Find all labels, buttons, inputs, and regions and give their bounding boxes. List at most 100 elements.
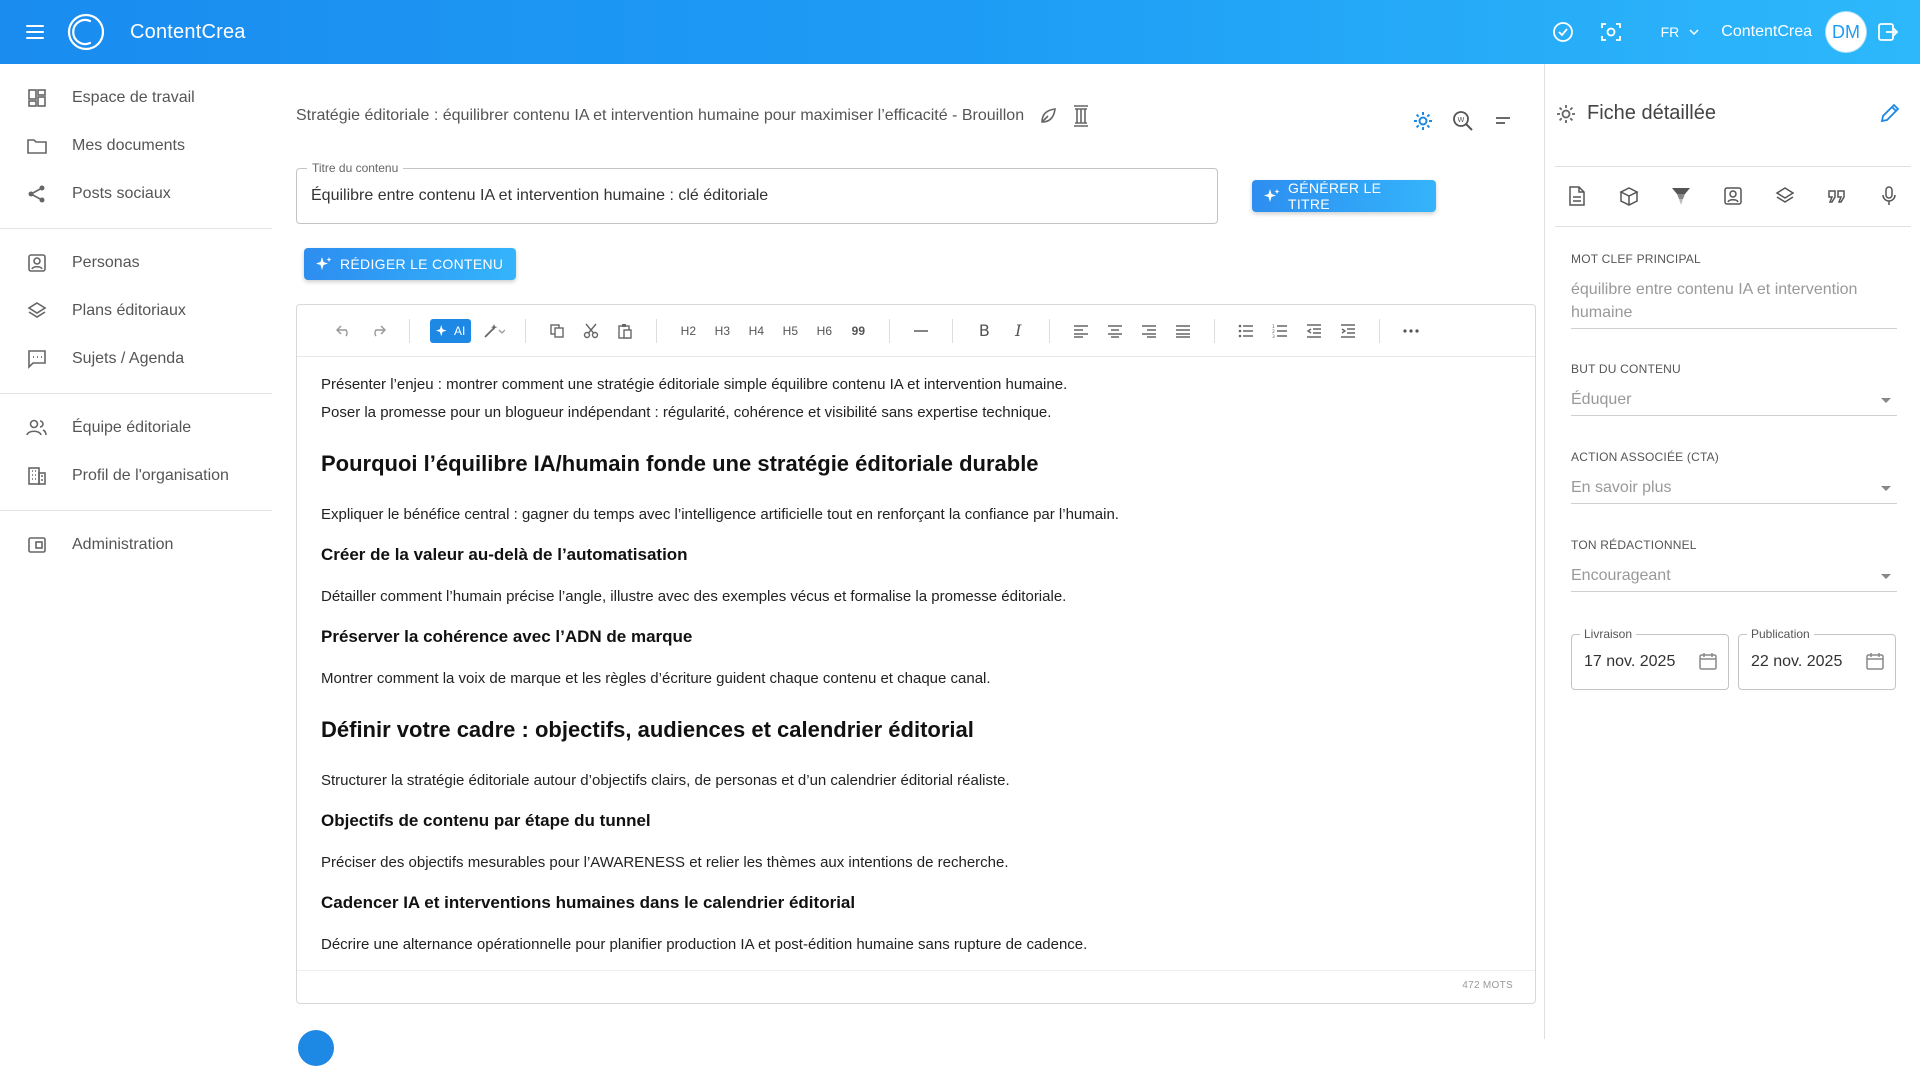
- editor-toolbar: AI H2 H3 H4 H5 H6 99 B I 12 3: [297, 305, 1535, 357]
- text-lines-icon[interactable]: [1490, 108, 1516, 134]
- tone-label: TON RÉDACTIONNEL: [1571, 538, 1697, 552]
- sidebar-item-administration[interactable]: Administration: [0, 521, 272, 569]
- content-goal-select[interactable]: BUT DU CONTENU Éduquer: [1571, 362, 1897, 416]
- sidebar-item-topics-agenda[interactable]: Sujets / Agenda: [0, 335, 272, 383]
- tone-select[interactable]: TON RÉDACTIONNEL Encourageant: [1571, 538, 1897, 592]
- publication-date-field[interactable]: Publication 22 nov. 2025: [1738, 627, 1896, 690]
- main-keyword-value[interactable]: équilibre entre contenu IA et interventi…: [1571, 278, 1897, 329]
- write-content-button[interactable]: RÉDIGER LE CONTENU: [304, 248, 516, 280]
- redo-icon[interactable]: [367, 318, 389, 344]
- heading-h4-button[interactable]: H4: [745, 318, 767, 344]
- cut-icon[interactable]: [580, 318, 602, 344]
- italic-icon[interactable]: I: [1007, 318, 1029, 344]
- sidebar-item-editorial-plans[interactable]: Plans éditoriaux: [0, 287, 272, 335]
- calendar-icon[interactable]: [1865, 651, 1885, 671]
- user-name: ContentCrea: [1721, 23, 1812, 40]
- ai-label: AI: [454, 323, 466, 338]
- more-options-icon[interactable]: [1400, 318, 1422, 344]
- delivery-date-field[interactable]: Livraison 17 nov. 2025: [1571, 627, 1729, 690]
- quote-button[interactable]: 99: [847, 318, 869, 344]
- content-goal-value[interactable]: Éduquer: [1571, 388, 1897, 416]
- microphone-tab-icon[interactable]: [1875, 182, 1903, 210]
- generate-title-button[interactable]: GÉNÉRER LE TITRE: [1252, 180, 1436, 212]
- write-content-label: RÉDIGER LE CONTENU: [340, 256, 504, 272]
- settings-gear-icon: [1557, 104, 1575, 123]
- main-keyword-field[interactable]: MOT CLEF PRINCIPAL équilibre entre conte…: [1571, 252, 1897, 329]
- sidebar-item-label: Administration: [72, 536, 174, 553]
- folder-icon: [26, 135, 48, 157]
- funnel-tab-icon[interactable]: [1667, 182, 1695, 210]
- search-seo-icon[interactable]: W: [1450, 108, 1476, 134]
- menu-icon[interactable]: [26, 25, 44, 39]
- calendar-icon[interactable]: [1698, 651, 1718, 671]
- generate-title-label: GÉNÉRER LE TITRE: [1288, 180, 1382, 212]
- toolbar-divider: [1214, 318, 1216, 343]
- settings-gear-icon[interactable]: [1410, 108, 1436, 134]
- content-title-input[interactable]: Équilibre entre contenu IA et interventi…: [311, 187, 768, 205]
- sidebar-item-social-posts[interactable]: Posts sociaux: [0, 170, 272, 218]
- outdent-icon[interactable]: [1303, 318, 1325, 344]
- editor-content[interactable]: Présenter l’enjeu : montrer comment une …: [297, 357, 1535, 955]
- heading-h6-button[interactable]: H6: [813, 318, 835, 344]
- align-justify-icon[interactable]: [1172, 318, 1194, 344]
- paste-icon[interactable]: [614, 318, 636, 344]
- horizontal-rule-icon[interactable]: [910, 318, 932, 344]
- paragraph: Poser la promesse pour un blogueur indép…: [321, 404, 1052, 421]
- quote-tab-icon[interactable]: [1823, 182, 1851, 210]
- sidebar-item-organization-profile[interactable]: Profil de l'organisation: [0, 452, 272, 500]
- cta-value[interactable]: En savoir plus: [1571, 476, 1897, 504]
- numbered-list-icon[interactable]: 123: [1269, 318, 1291, 344]
- sidebar-item-label: Mes documents: [72, 137, 185, 154]
- language-selector[interactable]: FR: [1661, 24, 1700, 40]
- delivery-date-value[interactable]: 17 nov. 2025: [1584, 653, 1675, 671]
- align-right-icon[interactable]: [1138, 318, 1160, 344]
- avatar[interactable]: DM: [1826, 12, 1866, 52]
- publication-date-value[interactable]: 22 nov. 2025: [1751, 653, 1842, 671]
- bold-icon[interactable]: B: [973, 318, 995, 344]
- check-circle-icon[interactable]: [1549, 18, 1577, 46]
- box-tab-icon[interactable]: [1615, 182, 1643, 210]
- sidebar-item-editorial-team[interactable]: Équipe éditoriale: [0, 404, 272, 452]
- document-tab-icon[interactable]: [1563, 182, 1591, 210]
- bullet-list-icon[interactable]: [1235, 318, 1257, 344]
- cta-select[interactable]: ACTION ASSOCIÉE (CTA) En savoir plus: [1571, 450, 1897, 504]
- page-title: Stratégie éditoriale : équilibrer conten…: [296, 107, 1025, 124]
- scan-icon[interactable]: [1597, 18, 1625, 46]
- heading-2: Définir votre cadre : objectifs, audienc…: [321, 717, 974, 742]
- logout-icon[interactable]: [1874, 18, 1902, 46]
- heading-h3-button[interactable]: H3: [711, 318, 733, 344]
- sparkle-icon: [316, 256, 332, 272]
- tone-value[interactable]: Encourageant: [1571, 564, 1897, 592]
- svg-text:3: 3: [1272, 334, 1275, 338]
- heading-h5-button[interactable]: H5: [779, 318, 801, 344]
- sidebar-item-personas[interactable]: Personas: [0, 239, 272, 287]
- paragraph: Détailler comment l’humain précise l’ang…: [321, 588, 1067, 605]
- ai-assist-button[interactable]: AI: [430, 318, 472, 343]
- indent-icon[interactable]: [1337, 318, 1359, 344]
- sidebar-item-workspace[interactable]: Espace de travail: [0, 74, 272, 122]
- magic-wand-icon[interactable]: [483, 318, 506, 344]
- heading-3: Cadencer IA et interventions humaines da…: [321, 893, 856, 912]
- undo-icon[interactable]: [333, 318, 355, 344]
- column-icon[interactable]: [1072, 104, 1090, 128]
- align-left-icon[interactable]: [1070, 318, 1092, 344]
- content-title-field[interactable]: Titre du contenu Équilibre entre contenu…: [296, 161, 1218, 224]
- floating-action-button[interactable]: [298, 1030, 334, 1066]
- sidebar-item-label: Espace de travail: [72, 89, 195, 106]
- paragraph: Expliquer le bénéfice central : gagner d…: [321, 506, 1119, 523]
- align-center-icon[interactable]: [1104, 318, 1126, 344]
- copy-icon[interactable]: [546, 318, 568, 344]
- header-actions: W: [1396, 108, 1516, 134]
- rich-text-editor[interactable]: AI H2 H3 H4 H5 H6 99 B I 12 3 Présenter …: [296, 304, 1536, 1004]
- chevron-down-icon: [1689, 29, 1699, 35]
- caret-down-icon: [1881, 398, 1891, 403]
- leaf-icon[interactable]: [1038, 106, 1058, 126]
- sidebar-item-documents[interactable]: Mes documents: [0, 122, 272, 170]
- persona-icon: [26, 252, 48, 274]
- heading-h2-button[interactable]: H2: [677, 318, 699, 344]
- detail-panel: Fiche détaillée MOT CLEF PRINCIPAL équil…: [1544, 64, 1920, 1039]
- persona-tab-icon[interactable]: [1719, 182, 1747, 210]
- cta-label: ACTION ASSOCIÉE (CTA): [1571, 450, 1719, 464]
- pencil-icon[interactable]: [1879, 102, 1901, 124]
- layers-tab-icon[interactable]: [1771, 182, 1799, 210]
